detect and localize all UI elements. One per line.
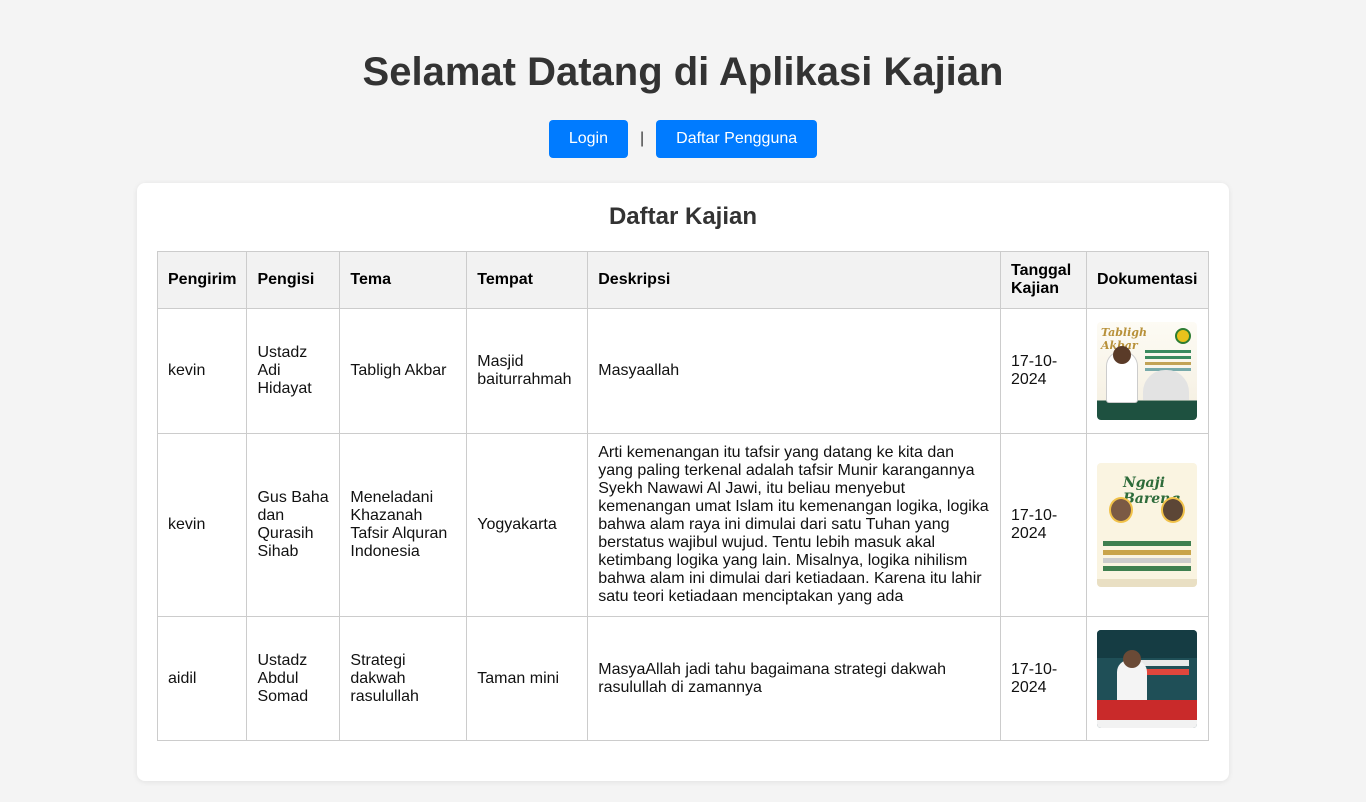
table-row: aidil Ustadz Abdul Somad Strategi dakwah… xyxy=(156,616,1210,741)
column-header-pengisi: Pengisi xyxy=(246,251,341,309)
column-header-tema: Tema xyxy=(339,251,468,309)
cell-tanggal: 17-10-2024 xyxy=(999,308,1087,434)
cell-pengirim: kevin xyxy=(156,433,248,617)
column-header-tempat: Tempat xyxy=(466,251,589,309)
nav-bar: Login | Daftar Pengguna xyxy=(0,120,1366,158)
cell-pengirim: aidil xyxy=(156,616,248,741)
cell-tema: Meneladani Khazanah Tafsir Alquran Indon… xyxy=(339,433,468,617)
column-header-pengirim: Pengirim xyxy=(156,251,248,309)
cell-dokumentasi: TablighAkbar xyxy=(1085,308,1210,434)
cell-tempat: Masjid baiturrahmah xyxy=(466,308,589,434)
cell-pengisi: Gus Baha dan Qurasih Sihab xyxy=(246,433,341,617)
cell-tanggal: 17-10-2024 xyxy=(999,616,1087,741)
cell-tema: Strategi dakwah rasulullah xyxy=(339,616,468,741)
cell-deskripsi: MasyaAllah jadi tahu bagaimana strategi … xyxy=(587,616,1001,741)
table-row: kevin Ustadz Adi Hidayat Tabligh Akbar M… xyxy=(156,308,1210,434)
table-row: kevin Gus Baha dan Qurasih Sihab Menelad… xyxy=(156,433,1210,617)
cell-deskripsi: Arti kemenangan itu tafsir yang datang k… xyxy=(587,433,1001,617)
cell-tanggal: 17-10-2024 xyxy=(999,433,1087,617)
nav-separator: | xyxy=(640,130,645,147)
page-title: Selamat Datang di Aplikasi Kajian xyxy=(362,50,1004,94)
kajian-list-card: Daftar Kajian Pengirim Pengisi Tema Temp… xyxy=(137,183,1229,781)
table-header-row: Pengirim Pengisi Tema Tempat Deskripsi T… xyxy=(156,251,1210,309)
column-header-tanggal: Tanggal Kajian xyxy=(999,251,1087,309)
cell-tempat: Taman mini xyxy=(466,616,589,741)
cell-tema: Tabligh Akbar xyxy=(339,308,468,434)
register-button[interactable]: Daftar Pengguna xyxy=(656,120,818,158)
poster-thumbnail-strategi-dakwah[interactable] xyxy=(1096,629,1197,728)
login-button[interactable]: Login xyxy=(548,120,628,158)
cell-dokumentasi: Ngaji Bareng xyxy=(1085,433,1210,617)
column-header-dokumentasi: Dokumentasi xyxy=(1085,251,1210,309)
poster-thumbnail-ngaji-bareng[interactable]: Ngaji Bareng xyxy=(1096,463,1197,587)
list-title: Daftar Kajian xyxy=(608,203,758,230)
cell-tempat: Yogyakarta xyxy=(466,433,589,617)
kajian-table: Pengirim Pengisi Tema Tempat Deskripsi T… xyxy=(156,251,1210,741)
column-header-deskripsi: Deskripsi xyxy=(587,251,1001,309)
poster-thumbnail-tabligh-akbar[interactable]: TablighAkbar xyxy=(1096,322,1197,420)
cell-pengirim: kevin xyxy=(156,308,248,434)
cell-dokumentasi xyxy=(1085,616,1210,741)
cell-pengisi: Ustadz Abdul Somad xyxy=(246,616,341,741)
cell-pengisi: Ustadz Adi Hidayat xyxy=(246,308,341,434)
cell-deskripsi: Masyaallah xyxy=(587,308,1001,434)
